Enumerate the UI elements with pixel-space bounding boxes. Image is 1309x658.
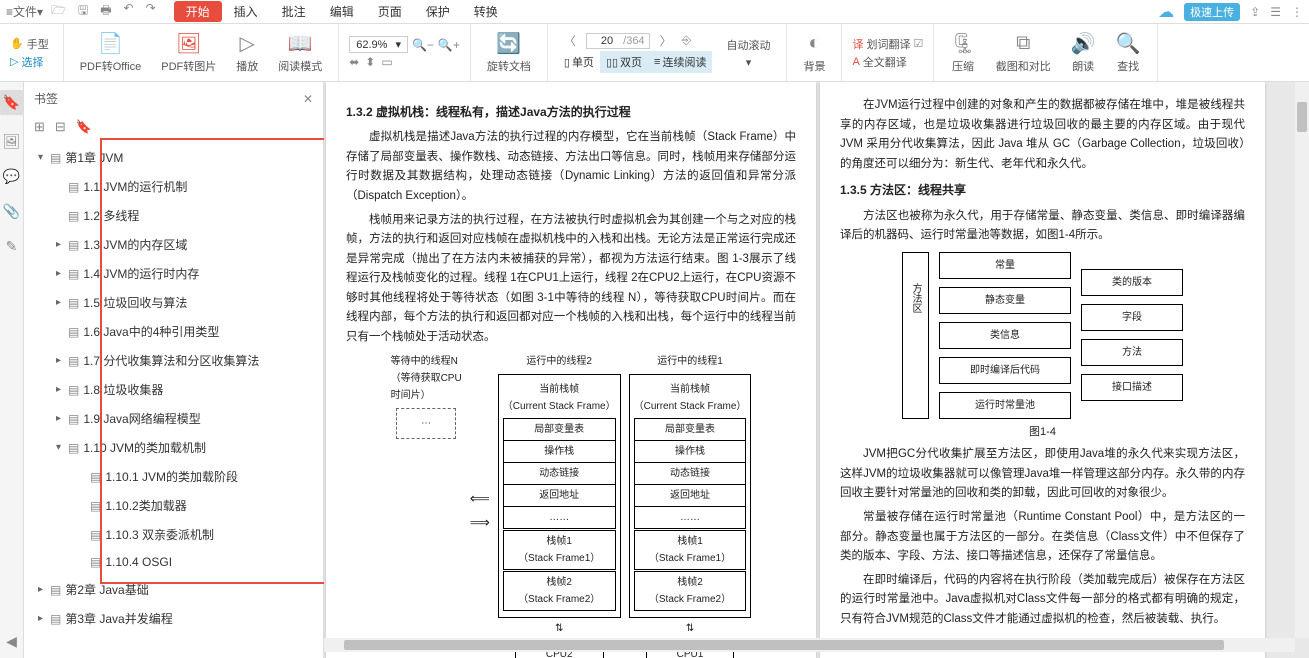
fit-width-icon[interactable]: ⬌ — [349, 55, 359, 69]
section-heading: 1.3.2 虚拟机栈：线程私有，描述Java方法的执行过程 — [346, 102, 796, 122]
next-page-icon[interactable]: 〉 — [654, 32, 678, 49]
cloud-icon[interactable]: ☁ — [1158, 2, 1174, 22]
pdf-to-image-button[interactable]: 🖼PDF转图片 — [151, 28, 226, 77]
vertical-scrollbar[interactable] — [1295, 82, 1309, 638]
tab-start[interactable]: 开始 — [174, 1, 222, 22]
save-icon[interactable]: 🖫 — [78, 1, 88, 22]
undo-icon[interactable]: ↶ — [124, 1, 134, 22]
bookmark-icon[interactable]: 🔖 — [0, 90, 24, 115]
select-tool[interactable]: ▷ 选择 — [10, 54, 49, 70]
redo-icon[interactable]: ↷ — [146, 1, 156, 22]
bookmark-item[interactable]: ▸▤1.9 Java网络编程模型 — [24, 404, 323, 433]
read-aloud-button[interactable]: 🔊朗读 — [1061, 28, 1106, 77]
document-viewport[interactable]: 1.3.2 虚拟机栈：线程私有，描述Java方法的执行过程 虚拟机栈是描述Jav… — [324, 82, 1309, 658]
bookmark-item[interactable]: ▤1.6 Java中的4种引用类型 — [24, 317, 323, 346]
figure-1-4: 方法区 常量 静态变量 类信息 即时编译后代码 运行时常量池 类的版本 字段 方… — [840, 252, 1245, 419]
open-icon[interactable]: 🗁 — [51, 1, 66, 22]
main-area: 🔖 🖼 💬 📎 ✎ ◀ 书签 ✕ ⊞ ⊟ 🔖 ▾▤第1章 JVM▤1.1 JVM… — [0, 82, 1309, 658]
left-sidebar-strip: 🔖 🖼 💬 📎 ✎ ◀ — [0, 82, 24, 658]
pdf-to-office-button[interactable]: 📄PDF转Office — [70, 28, 152, 77]
more-icon[interactable]: ⋮ — [1291, 5, 1303, 19]
paragraph: 在JVM运行过程中创建的对象和产生的数据都被存储在堆中，堆是被线程共享的内存区域… — [840, 96, 1245, 174]
bookmarks-panel: 书签 ✕ ⊞ ⊟ 🔖 ▾▤第1章 JVM▤1.1 JVM的运行机制▤1.2 多线… — [24, 82, 324, 658]
compress-button[interactable]: 🗜压缩 — [940, 28, 985, 77]
bookmark-item[interactable]: ▤1.10.4 OSGI — [24, 549, 323, 575]
zoom-out-icon[interactable]: 🔍− — [412, 38, 434, 52]
section-heading: 1.3.5 方法区：线程共享 — [840, 180, 1245, 200]
tab-page[interactable]: 页面 — [366, 1, 414, 22]
bookmark-item[interactable]: ▸▤第2章 Java基础 — [24, 575, 323, 604]
expand-all-icon[interactable]: ⊞ — [34, 119, 45, 135]
thumbnail-icon[interactable]: 🖼 — [3, 133, 21, 150]
bookmark-item[interactable]: ▤1.10.1 JVM的类加载阶段 — [24, 462, 323, 491]
settings-icon[interactable]: ☰ — [1270, 5, 1281, 19]
signature-icon[interactable]: ✎ — [6, 238, 18, 255]
collapse-icon[interactable]: ◀ — [6, 633, 17, 650]
bookmark-item[interactable]: ▤1.10.2类加载器 — [24, 491, 323, 520]
bookmark-item[interactable]: ▾▤第1章 JVM — [24, 143, 323, 172]
close-panel-icon[interactable]: ✕ — [303, 92, 313, 106]
paragraph: 虚拟机栈是描述Java方法的执行过程的内存模型，它在当前栈帧（Stack Fra… — [346, 128, 796, 206]
page-left: 1.3.2 虚拟机栈：线程私有，描述Java方法的执行过程 虚拟机栈是描述Jav… — [326, 82, 816, 658]
zoom-select[interactable]: 62.9% ▾ — [349, 36, 408, 53]
figure-caption: 图1-4 — [840, 423, 1245, 442]
translate-full[interactable]: A 全文翻译 — [852, 54, 923, 70]
screenshot-compare-button[interactable]: ⧉截图和对比 — [986, 28, 1061, 77]
translate-selection[interactable]: 译 划词翻译 ☑ — [852, 36, 923, 52]
bookmark-item[interactable]: ▸▤1.3 JVM的内存区域 — [24, 230, 323, 259]
figure-1-3: 等待中的线程N （等待获取CPU 时间片） ⋯ ⟸⟹ 运行中的线程2 当前栈帧 … — [346, 353, 796, 658]
bookmark-item[interactable]: ▾▤1.10 JVM的类加载机制 — [24, 433, 323, 462]
file-menu[interactable]: ≡ 文件 ▾ — [6, 3, 43, 20]
upload-badge[interactable]: 极速上传 — [1184, 3, 1240, 21]
attachment-icon[interactable]: 📎 — [3, 203, 20, 220]
toolbar: ✋ 手型 ▷ 选择 📄PDF转Office 🖼PDF转图片 ▷播放 📖阅读模式 … — [0, 24, 1309, 82]
tab-edit[interactable]: 编辑 — [318, 1, 366, 22]
bookmark-item[interactable]: ▸▤1.5 垃圾回收与算法 — [24, 288, 323, 317]
fit-page-icon[interactable]: ⬍ — [365, 55, 375, 69]
horizontal-scrollbar[interactable] — [324, 638, 1295, 652]
menu-bar: ≡ 文件 ▾ 🗁 🖫 🖶 ↶ ↷ 开始 插入 批注 编辑 页面 保护 转换 ☁ … — [0, 0, 1309, 24]
tab-convert[interactable]: 转换 — [462, 1, 510, 22]
collapse-all-icon[interactable]: ⊟ — [55, 119, 66, 135]
auto-scroll-button[interactable]: 自动滚动 ▾ — [716, 34, 780, 72]
paragraph: 方法区也被称为永久代，用于存储常量、静态变量、类信息、即时编译器编译后的机器码、… — [840, 207, 1245, 246]
find-button[interactable]: 🔍查找 — [1106, 28, 1151, 77]
add-bookmark-icon[interactable]: 🔖 — [76, 119, 92, 135]
paragraph: 常量被存储在运行时常量池（Runtime Constant Pool）中，是方法… — [840, 508, 1245, 567]
page-number-input[interactable]: 20/364 — [586, 33, 650, 49]
double-page-button[interactable]: ▯▯ 双页 — [600, 51, 648, 73]
bookmark-item[interactable]: ▤1.10.3 双亲委派机制 — [24, 520, 323, 549]
bookmark-item[interactable]: ▸▤1.8 垃圾收集器 — [24, 375, 323, 404]
page-right: 在JVM运行过程中创建的对象和产生的数据都被存储在堆中，堆是被线程共享的内存区域… — [820, 82, 1265, 658]
read-mode-button[interactable]: 📖阅读模式 — [268, 28, 332, 77]
tab-protect[interactable]: 保护 — [414, 1, 462, 22]
bookmarks-tree[interactable]: ▾▤第1章 JVM▤1.1 JVM的运行机制▤1.2 多线程▸▤1.3 JVM的… — [24, 139, 323, 658]
paragraph: 在即时编译后，代码的内容将在执行阶段（类加载完成后）被保存在方法区的运行时常量池… — [840, 571, 1245, 630]
bookmarks-title: 书签 — [34, 90, 303, 107]
read-order-icon[interactable]: ⎆ — [682, 33, 692, 48]
comment-icon[interactable]: 💬 — [3, 168, 20, 185]
hand-tool[interactable]: ✋ 手型 — [10, 36, 49, 52]
paragraph: 栈帧用来记录方法的执行过程，在方法被执行时虚拟机会为其创建一个与之对应的栈帧，方… — [346, 211, 796, 348]
prev-page-icon[interactable]: 〈 — [558, 32, 582, 49]
tab-annotate[interactable]: 批注 — [270, 1, 318, 22]
continuous-button[interactable]: ≡ 连续阅读 — [648, 51, 712, 73]
bookmark-item[interactable]: ▸▤1.7 分代收集算法和分区收集算法 — [24, 346, 323, 375]
bookmark-item[interactable]: ▸▤1.4 JVM的运行时内存 — [24, 259, 323, 288]
actual-size-icon[interactable]: ▭ — [381, 55, 392, 69]
paragraph: JVM把GC分代收集扩展至方法区，即使用Java堆的永久代来实现方法区，这样JV… — [840, 445, 1245, 504]
bookmark-item[interactable]: ▤1.1 JVM的运行机制 — [24, 172, 323, 201]
bookmark-item[interactable]: ▸▤第3章 Java并发编程 — [24, 604, 323, 633]
print-icon[interactable]: 🖶 — [100, 1, 111, 22]
tab-insert[interactable]: 插入 — [222, 1, 270, 22]
zoom-in-icon[interactable]: 🔍+ — [438, 38, 460, 52]
background-button[interactable]: ◐背景 — [793, 28, 835, 77]
bookmark-item[interactable]: ▤1.2 多线程 — [24, 201, 323, 230]
play-button[interactable]: ▷播放 — [226, 28, 268, 77]
rotate-button[interactable]: 🔄旋转文档 — [477, 28, 541, 77]
single-page-button[interactable]: ▯ 单页 — [558, 51, 600, 73]
share-icon[interactable]: ⇪ — [1250, 5, 1260, 19]
